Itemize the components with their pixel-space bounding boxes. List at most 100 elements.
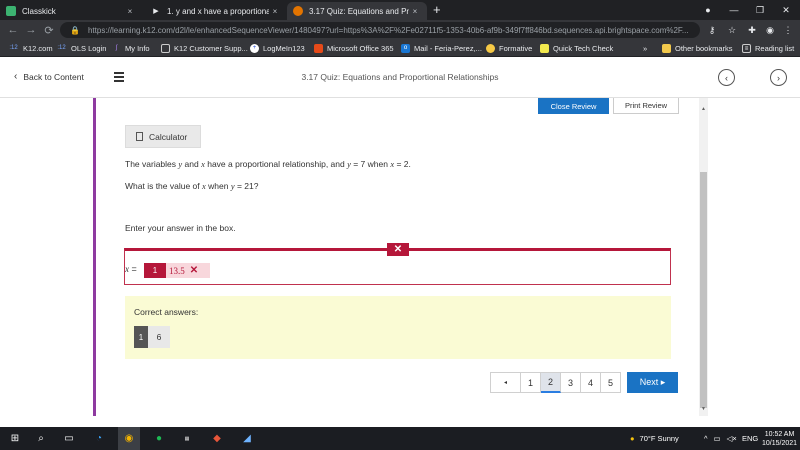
close-review-button[interactable]: Close Review [538, 98, 609, 114]
tray-icons[interactable]: ^ ▭ ◁× [704, 427, 737, 450]
accent-bar [93, 98, 96, 416]
bookmark-label: Formative [499, 44, 533, 53]
language-indicator[interactable]: ENG [742, 427, 758, 450]
bookmark-mail[interactable]: o Mail - Feria-Perez,... [401, 40, 482, 57]
q-text: = 7 when [350, 159, 391, 169]
spotify-icon[interactable]: ● [148, 427, 170, 450]
bookmark-k12-support[interactable]: K12 Customer Supp... [161, 40, 248, 57]
q-text: and [182, 159, 202, 169]
task-view-icon[interactable]: ▭ [58, 427, 80, 450]
q-text: The variables [125, 159, 179, 169]
bookmark-other[interactable]: Other bookmarks [662, 40, 733, 57]
myinfo-icon: ʃ [115, 45, 118, 51]
weather[interactable]: ● 70°F Sunny [630, 427, 679, 450]
profile-dot-icon[interactable]: ● [696, 0, 720, 20]
forward-arrow-icon[interactable]: → [22, 20, 40, 40]
chrome-icon[interactable]: ◉ [118, 427, 140, 450]
tab-quiz[interactable]: 3.17 Quiz: Equations and Propor × [287, 2, 427, 20]
q-text: = 2. [394, 159, 411, 169]
bookmark-label: K12 Customer Supp... [174, 44, 248, 53]
bookmark-label: OLS Login [71, 44, 107, 53]
extensions-icon[interactable]: ✚ [744, 20, 760, 40]
chevron-up-icon: ^ [704, 434, 708, 443]
edge-icon[interactable]: ◔ [88, 427, 110, 450]
formative-icon [486, 44, 495, 53]
scroll-down-icon[interactable]: ▼ [700, 406, 707, 412]
pager-page-2[interactable]: 2 [541, 372, 561, 393]
next-button[interactable]: Next ▸ [627, 372, 678, 393]
bookmark-label: Other bookmarks [675, 44, 733, 53]
scrollbar-thumb[interactable] [700, 172, 707, 408]
windows-start-icon[interactable]: ⊞ [4, 427, 26, 450]
answer-eq: = [129, 264, 137, 274]
menu-dots-icon[interactable]: ⋮ [780, 20, 796, 40]
tab-close-icon[interactable]: × [124, 7, 136, 16]
profile-avatar-icon[interactable]: ◉ [762, 20, 778, 40]
print-review-button[interactable]: Print Review [613, 98, 679, 114]
brainly-icon: ▶ [153, 8, 159, 15]
bookmark-label: Microsoft Office 365 [327, 44, 394, 53]
back-arrow-icon[interactable]: ← [4, 20, 22, 40]
bookmark-formative[interactable]: Formative [486, 40, 532, 57]
url-text: https://learning.k12.com/d2l/le/enhanced… [87, 25, 689, 35]
tab-close-icon[interactable]: × [409, 7, 421, 16]
close-window-icon[interactable]: ✕ [774, 0, 798, 20]
chevron-left-icon: ‹ [725, 72, 728, 83]
bookmark-office365[interactable]: Microsoft Office 365 [314, 40, 394, 57]
minimize-icon[interactable]: — [722, 0, 746, 20]
restore-icon[interactable]: ❐ [748, 0, 772, 20]
search-icon[interactable]: ⌕ [30, 427, 52, 450]
answer-label: x = [125, 264, 137, 274]
overflow-chevron-icon: » [643, 44, 648, 53]
pager-prev-button[interactable]: ◂ [490, 372, 521, 393]
scroll-up-icon[interactable]: ▲ [700, 106, 707, 112]
tab-title: 3.17 Quiz: Equations and Propor [309, 6, 409, 16]
bookmarks-bar: :12 K12.com :12 OLS Login ʃ My Info K12 Cus… [0, 40, 800, 57]
pager-page-3[interactable]: 3 [561, 372, 581, 393]
bookmark-quick-tech-check[interactable]: Quick Tech Check [540, 40, 613, 57]
page-icon [161, 44, 170, 53]
key-icon[interactable]: ⚷ [704, 20, 720, 40]
next-topic-button[interactable]: › [770, 69, 787, 86]
folder-icon [662, 44, 671, 53]
app-header: ‹ Back to Content 3.17 Quiz: Equations a… [0, 57, 800, 98]
correct-number-badge: 1 [134, 326, 148, 348]
tab-classkick[interactable]: Classkick × [0, 2, 142, 20]
roblox-icon[interactable]: ◆ [206, 427, 228, 450]
calculator-label: Calculator [149, 131, 188, 142]
tab-question[interactable]: ▶ 1. y and x have a proportional re × [145, 2, 287, 20]
bookmark-label: K12.com [23, 44, 53, 53]
tab-strip: Classkick × ▶ 1. y and x have a proporti… [0, 0, 800, 20]
pager-page-4[interactable]: 4 [581, 372, 601, 393]
previous-topic-button[interactable]: ‹ [718, 69, 735, 86]
tab-close-icon[interactable]: × [269, 7, 281, 16]
question-line-2: What is the value of x when y = 21? [125, 181, 259, 191]
office-icon [314, 44, 323, 53]
bookmarks-overflow[interactable]: » [643, 40, 647, 57]
toolbar: ← → ⟳ 🔒 https://learning.k12.com/d2l/le/… [0, 20, 800, 40]
tab-title: Classkick [22, 6, 56, 16]
app-icon[interactable]: ▦ [176, 427, 198, 450]
bookmark-reading-list[interactable]: ≡ Reading list [742, 40, 794, 57]
bookmark-my-info[interactable]: ʃ My Info [112, 40, 150, 57]
screen: { "browser": { "tabs": [ {"title": "Clas… [0, 0, 800, 450]
bookmark-k12[interactable]: :12 K12.com [8, 40, 53, 57]
photos-icon[interactable]: ◢ [236, 427, 258, 450]
incorrect-x-icon: ✕ [189, 265, 199, 276]
time-text: 10:52 AM [764, 430, 795, 438]
date-text: 10/15/2021 [762, 439, 798, 447]
bookmark-ols-login[interactable]: :12 OLS Login [56, 40, 106, 57]
star-icon[interactable]: ☆ [724, 20, 740, 40]
k12-icon: :12 [9, 45, 18, 51]
bookmark-logmein[interactable]: + LogMeIn123 [250, 40, 305, 57]
reload-icon[interactable]: ⟳ [40, 20, 58, 40]
pager-page-5[interactable]: 5 [601, 372, 621, 393]
pager-page-1[interactable]: 1 [521, 372, 541, 393]
correct-answer-value: 6 [148, 326, 170, 348]
clock[interactable]: 10:52 AM 10/15/2021 [762, 427, 797, 450]
weather-text: 70°F Sunny [639, 434, 679, 443]
new-tab-button[interactable]: + [433, 2, 441, 17]
calculator-button[interactable]: Calculator [125, 125, 201, 148]
classkick-icon [6, 6, 16, 16]
address-bar[interactable]: 🔒 https://learning.k12.com/d2l/le/enhanc… [60, 22, 700, 38]
